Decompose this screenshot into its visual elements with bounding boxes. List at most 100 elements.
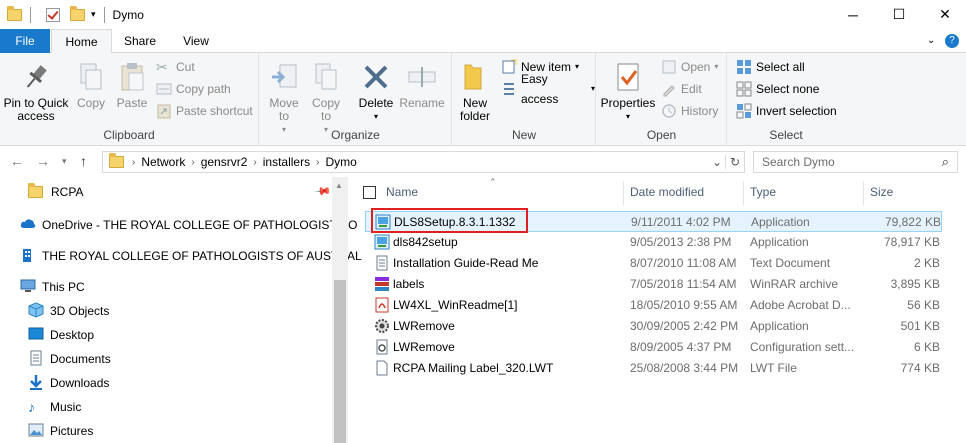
chevron-right-icon[interactable]: › xyxy=(316,157,319,168)
properties-button[interactable]: Properties ▾ xyxy=(599,61,657,123)
ribbon-tabs: File Home Share View xyxy=(0,29,966,54)
open-group-label: Open xyxy=(646,128,677,142)
chevron-right-icon[interactable]: › xyxy=(191,157,194,168)
nav-item-onedrive[interactable]: OneDrive - THE ROYAL COLLEGE OF PATHOLOG… xyxy=(20,213,357,237)
back-arrow-icon[interactable]: ← xyxy=(10,153,24,169)
file-type: LWT File xyxy=(750,361,797,375)
paste-shortcut-button[interactable]: Paste shortcut xyxy=(156,101,253,121)
file-row[interactable]: labels 7/05/2018 11:54 AM WinRAR archive… xyxy=(365,274,942,295)
file-row[interactable]: Installation Guide-Read Me 8/07/2010 11:… xyxy=(365,253,942,274)
scissors-icon: ✂ xyxy=(156,59,168,75)
recent-locations-icon[interactable]: ▾ xyxy=(62,156,67,167)
nav-item-music[interactable]: ♪ Music xyxy=(28,395,81,419)
copy-button[interactable]: Copy xyxy=(72,61,110,110)
tab-file[interactable]: File xyxy=(0,29,50,53)
nav-item-rcpa[interactable]: RCPA xyxy=(28,180,83,204)
open-button[interactable]: Open ▾ xyxy=(661,57,718,77)
delete-button[interactable]: Delete ▾ xyxy=(356,61,396,123)
up-arrow-icon[interactable]: ↑ xyxy=(80,153,87,169)
breadcrumb-gensrvr2[interactable]: gensrvr2 xyxy=(201,155,248,169)
select-none-button[interactable]: Select none xyxy=(736,79,819,99)
tab-home[interactable]: Home xyxy=(51,29,112,54)
new-folder-button[interactable]: New folder xyxy=(455,61,495,123)
invert-selection-icon xyxy=(736,103,752,119)
breadcrumb-installers[interactable]: installers xyxy=(263,155,310,169)
column-header-type[interactable]: Type xyxy=(750,177,776,207)
breadcrumb-dymo[interactable]: Dymo xyxy=(325,155,356,169)
select-none-icon xyxy=(736,81,752,97)
file-row[interactable]: dls842setup 9/05/2013 2:38 PM Applicatio… xyxy=(365,232,942,253)
help-icon[interactable]: ? xyxy=(945,29,959,53)
easy-access-button[interactable]: Easy access ▾ xyxy=(501,72,595,106)
column-header-size[interactable]: Size xyxy=(870,177,893,207)
chevron-right-icon[interactable]: › xyxy=(132,157,135,168)
file-date: 9/05/2013 2:38 PM xyxy=(630,235,732,249)
minimize-button[interactable]: ─ xyxy=(830,0,876,29)
divider[interactable] xyxy=(623,181,624,205)
ribbon: Pin to Quick access Copy Paste ✂ Cut Cop… xyxy=(0,53,966,146)
properties-quick-icon[interactable] xyxy=(45,7,61,23)
nav-item-organization[interactable]: THE ROYAL COLLEGE OF PATHOLOGISTS OF AUS… xyxy=(20,244,362,268)
file-row[interactable]: LWRemove 30/09/2005 2:42 PM Application … xyxy=(365,316,942,337)
refresh-icon[interactable]: ↻ xyxy=(724,155,740,169)
pin-icon[interactable]: 📌 xyxy=(313,182,332,201)
breadcrumb-network[interactable]: Network xyxy=(141,155,185,169)
new-item-icon xyxy=(501,59,517,75)
navigation-pane: RCPA 📌 OneDrive - THE ROYAL COLLEGE OF P… xyxy=(0,177,362,443)
nav-item-downloads[interactable]: Downloads xyxy=(28,371,109,395)
divider[interactable] xyxy=(743,181,744,205)
new-folder-quick-icon[interactable] xyxy=(69,5,85,23)
edit-button[interactable]: Edit xyxy=(661,79,702,99)
edit-icon xyxy=(661,81,677,97)
move-to-button[interactable]: Move to ▾ xyxy=(266,61,302,136)
search-icon[interactable]: ⌕ xyxy=(942,154,949,170)
file-row[interactable]: LWRemove 8/09/2005 4:37 PM Configuration… xyxy=(365,337,942,358)
nav-scrollbar-thumb[interactable] xyxy=(334,280,346,443)
file-row[interactable]: LW4XL_WinReadme[1] 18/05/2010 9:55 AM Ad… xyxy=(365,295,942,316)
close-button[interactable]: ✕ xyxy=(922,0,966,29)
copy-path-button[interactable]: Copy path xyxy=(156,79,231,99)
file-name: labels xyxy=(393,277,425,291)
new-folder-label: New folder xyxy=(459,96,491,123)
nav-item-this-pc[interactable]: This PC xyxy=(20,275,85,299)
rename-button[interactable]: Rename xyxy=(398,61,446,110)
copy-to-button[interactable]: Copy to ▾ xyxy=(308,61,344,136)
column-header-date[interactable]: Date modified xyxy=(630,177,704,207)
nav-item-desktop[interactable]: Desktop xyxy=(28,323,94,347)
chevron-down-icon[interactable]: ⌄ xyxy=(927,29,935,53)
app-gear-icon xyxy=(374,318,390,334)
copy-to-icon xyxy=(310,61,342,93)
scroll-up-icon[interactable]: ▲ xyxy=(335,181,343,190)
address-bar[interactable]: › Network › gensrvr2 › installers › Dymo… xyxy=(102,151,745,173)
chevron-right-icon[interactable]: › xyxy=(253,157,256,168)
divider[interactable] xyxy=(863,181,864,205)
cut-button[interactable]: ✂ Cut xyxy=(156,57,195,77)
forward-arrow-icon[interactable]: → xyxy=(36,153,50,169)
paste-button[interactable]: Paste xyxy=(112,61,152,110)
history-button[interactable]: History xyxy=(661,101,718,121)
nav-item-documents[interactable]: Documents xyxy=(28,347,111,371)
chevron-down-icon: ▾ xyxy=(625,112,630,121)
chevron-down-icon: ▾ xyxy=(373,112,378,121)
customize-toolbar-icon[interactable]: ▾ xyxy=(91,9,96,20)
new-folder-icon xyxy=(459,61,491,93)
pin-quick-access-button[interactable]: Pin to Quick access xyxy=(2,61,70,123)
address-dropdown-icon[interactable]: ⌄ xyxy=(712,155,722,169)
tab-share[interactable]: Share xyxy=(113,29,167,53)
column-header-name[interactable]: Name xyxy=(386,177,418,207)
nav-item-pictures[interactable]: Pictures xyxy=(28,419,93,443)
maximize-button[interactable]: ☐ xyxy=(876,0,922,29)
file-type: Application xyxy=(751,215,810,229)
organize-group-label: Organize xyxy=(331,128,380,142)
blank-file-icon xyxy=(374,360,390,376)
search-input[interactable]: Search Dymo ⌕ xyxy=(753,151,958,173)
file-row[interactable]: RCPA Mailing Label_320.LWT 25/08/2008 3:… xyxy=(365,358,942,379)
nav-label: OneDrive - THE ROYAL COLLEGE OF PATHOLOG… xyxy=(42,218,358,232)
copy-path-icon xyxy=(156,81,172,97)
invert-selection-button[interactable]: Invert selection xyxy=(736,101,837,121)
tab-view[interactable]: View xyxy=(168,29,224,53)
window-title: Dymo xyxy=(112,7,144,22)
select-all-button[interactable]: Select all xyxy=(736,57,805,77)
select-all-checkbox[interactable] xyxy=(363,186,376,199)
nav-item-3d-objects[interactable]: 3D Objects xyxy=(28,299,109,323)
